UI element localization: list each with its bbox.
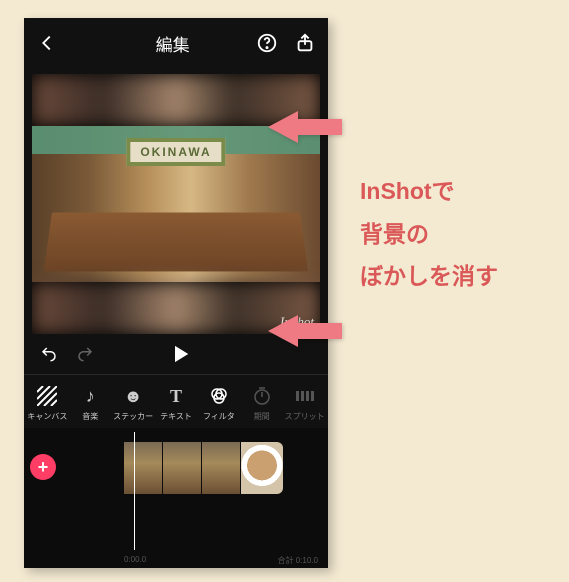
redo-icon[interactable] — [74, 343, 96, 365]
tool-filter[interactable]: フィルタ — [197, 381, 240, 426]
tool-bar: キャンバス ♪ 音楽 ☻ ステッカー T テキスト フィルタ 期間 — [24, 374, 328, 428]
split-icon — [294, 385, 316, 407]
page-title: 編集 — [156, 31, 190, 56]
annotation-arrow-bottom — [268, 312, 342, 350]
clip-thumb[interactable] — [202, 442, 240, 494]
tool-label: スプリット — [285, 411, 325, 422]
tool-text[interactable]: T テキスト — [155, 381, 198, 426]
timeline[interactable]: + 0:00.0 合計 0:10.0 — [24, 428, 328, 568]
app-screen: 編集 OKINAWA InShot — [24, 18, 328, 568]
add-clip-button[interactable]: + — [30, 454, 56, 480]
playhead[interactable] — [134, 432, 135, 550]
time-labels: 0:00.0 合計 0:10.0 — [24, 555, 328, 566]
tool-label: ステッカー — [113, 411, 153, 422]
clip-strip[interactable] — [124, 442, 283, 494]
play-icon[interactable] — [169, 343, 191, 365]
sign-text: OKINAWA — [126, 138, 225, 166]
caption-line: ぼかしを消す — [360, 255, 498, 298]
tool-sticker[interactable]: ☻ ステッカー — [112, 381, 155, 426]
top-bar: 編集 — [24, 18, 328, 68]
annotation-arrow-top — [268, 108, 342, 146]
tool-music[interactable]: ♪ 音楽 — [69, 381, 112, 426]
video-frame: OKINAWA — [32, 126, 320, 282]
annotation-caption: InShotで 背景の ぼかしを消す — [360, 170, 498, 298]
duration-icon — [251, 385, 273, 407]
text-icon: T — [165, 385, 187, 407]
tool-canvas[interactable]: キャンバス — [26, 381, 69, 426]
tool-label: 期間 — [254, 411, 270, 422]
note-icon: ♪ — [79, 385, 101, 407]
undo-icon[interactable] — [38, 343, 60, 365]
tool-label: テキスト — [160, 411, 192, 422]
tool-split[interactable]: スプリット — [283, 381, 326, 426]
tool-duration[interactable]: 期間 — [240, 381, 283, 426]
clip-thumb[interactable] — [241, 442, 283, 494]
help-icon[interactable] — [256, 32, 278, 54]
back-icon[interactable] — [36, 32, 58, 54]
time-start: 0:00.0 — [124, 555, 146, 566]
caption-line: InShotで — [360, 170, 498, 213]
hatch-icon — [36, 385, 58, 407]
tool-label: 音楽 — [82, 411, 98, 422]
filter-icon — [208, 385, 230, 407]
tool-label: キャンバス — [27, 411, 67, 422]
share-icon[interactable] — [294, 32, 316, 54]
clip-thumb[interactable] — [163, 442, 201, 494]
clip-thumb[interactable] — [124, 442, 162, 494]
smile-icon: ☻ — [122, 385, 144, 407]
caption-line: 背景の — [360, 213, 498, 256]
time-total: 合計 0:10.0 — [278, 555, 318, 566]
tool-label: フィルタ — [203, 411, 235, 422]
